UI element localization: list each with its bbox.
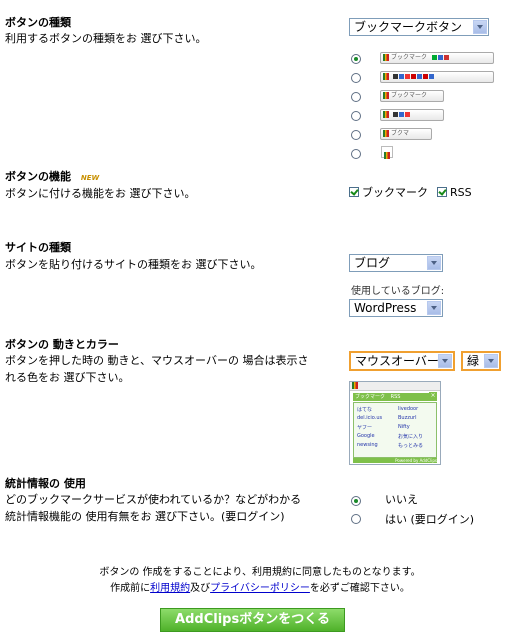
service-icon xyxy=(404,74,410,79)
create-button[interactable]: AddClipsボタンをつくる xyxy=(160,608,345,632)
blog-select[interactable]: WordPress xyxy=(349,299,443,317)
button-type-radio-5[interactable] xyxy=(351,130,361,140)
rss-checkbox-label: RSS xyxy=(450,186,472,199)
service-icon xyxy=(392,112,398,117)
button-type-heading: ボタンの種類 xyxy=(5,16,71,29)
widget-tab-rss: RSS xyxy=(390,394,401,400)
site-type-select-value: ブログ xyxy=(354,256,391,270)
bookmark-checkbox-label: ブックマーク xyxy=(362,186,428,199)
site-type-description: ボタンを貼り付けるサイトの種類をお 選び下さい。 xyxy=(5,258,262,271)
service-icon xyxy=(443,55,449,60)
widget-tab-bookmark: ブックマーク xyxy=(355,394,386,400)
motion-color-heading: ボタンの 動きとカラー xyxy=(5,338,119,351)
button-preview-5: ブクマ xyxy=(380,128,432,140)
chevron-down-icon xyxy=(427,301,441,315)
button-type-description: 利用するボタンの種類をお 選び下さい。 xyxy=(5,32,207,45)
widget-item: del.icio.us xyxy=(357,415,383,421)
widget-item: Google xyxy=(357,433,375,439)
color-select[interactable]: 緑 xyxy=(461,351,501,371)
button-function-heading: ボタンの機能 NEW xyxy=(5,168,99,184)
statistics-no-label: いいえ xyxy=(385,493,418,506)
rss-checkbox[interactable] xyxy=(437,187,447,197)
button-preview-1: ブックマーク xyxy=(380,52,494,64)
service-icon xyxy=(398,74,404,79)
button-preview-4 xyxy=(380,109,444,121)
button-type-select[interactable]: ブックマークボタン xyxy=(349,18,489,36)
addclips-icon xyxy=(352,382,358,389)
button-type-radio-1[interactable] xyxy=(351,54,361,64)
color-select-value: 緑 xyxy=(467,354,480,368)
statistics-heading: 統計情報の 使用 xyxy=(5,477,86,490)
service-icon xyxy=(422,74,428,79)
statistics-description-2: 統計情報機能の 使用有無をお 選び下さい。(要ログイン) xyxy=(5,510,285,523)
motion-color-description-2: れる色をお 選び下さい。 xyxy=(5,371,130,384)
terms-link[interactable]: 利用規約 xyxy=(150,583,190,594)
button-function-heading-text: ボタンの機能 xyxy=(5,170,71,183)
widget-tabs: ブックマーク RSS xyxy=(353,393,437,401)
site-type-select[interactable]: ブログ xyxy=(349,254,443,272)
blog-label: 使用しているブログ: xyxy=(351,286,445,297)
service-icon xyxy=(398,112,404,117)
addclips-icon xyxy=(383,130,389,137)
notice-mid: 及び xyxy=(190,583,211,594)
widget-item: newsing xyxy=(357,442,378,448)
widget-item: ヤフー xyxy=(357,425,373,431)
chevron-down-icon xyxy=(484,354,498,368)
close-icon: × xyxy=(429,392,437,400)
button-function-description: ボタンに付ける機能をお 選び下さい。 xyxy=(5,187,196,200)
button-type-radio-3[interactable] xyxy=(351,92,361,102)
privacy-policy-link[interactable]: プライバシーポリシー xyxy=(210,583,310,594)
service-icon xyxy=(431,55,437,60)
motion-select-value: マウスオーバー xyxy=(355,354,439,368)
chevron-down-icon xyxy=(438,354,452,368)
addclips-icon xyxy=(383,73,389,80)
statistics-description-1: どのブックマークサービスが使われているか？などがわかる xyxy=(5,493,302,506)
motion-select[interactable]: マウスオーバー xyxy=(349,351,455,371)
notice-post: を必ずご確認下さい。 xyxy=(309,583,410,594)
addclips-icon xyxy=(384,151,390,159)
notice-line-2: 作成前に利用規約及びプライバシーポリシーを必ずご確認下さい。 xyxy=(0,579,520,594)
button-type-radio-4[interactable] xyxy=(351,111,361,121)
service-icon xyxy=(404,112,410,117)
service-icon xyxy=(410,74,416,79)
widget-item: Nifty xyxy=(398,424,410,430)
button-type-radio-2[interactable] xyxy=(351,73,361,83)
chevron-down-icon xyxy=(473,20,487,34)
blog-select-value: WordPress xyxy=(354,301,417,315)
bookmark-checkbox[interactable] xyxy=(349,187,359,197)
widget-topbar xyxy=(350,382,440,391)
button-preview-6 xyxy=(381,146,393,159)
widget-item: Buzzurl xyxy=(398,415,417,421)
new-badge: NEW xyxy=(80,174,100,182)
button-preview-5-label: ブクマ xyxy=(391,130,410,137)
service-icon xyxy=(428,74,434,79)
service-icon xyxy=(437,55,443,60)
button-type-radio-6[interactable] xyxy=(351,149,361,159)
widget-item: もっとみる xyxy=(398,443,424,449)
widget-item: livedoor xyxy=(398,406,419,412)
button-preview-3-label: ブックマーク xyxy=(391,92,428,99)
addclips-icon xyxy=(383,54,389,61)
chevron-down-icon xyxy=(427,256,441,270)
motion-color-description-1: ボタンを押した時の 動きと、マウスオーバーの 場合は表示さ xyxy=(5,354,309,367)
button-preview-1-label: ブックマーク xyxy=(391,54,428,61)
statistics-yes-label: はい (要ログイン) xyxy=(385,513,475,526)
button-type-select-value: ブックマークボタン xyxy=(354,20,463,34)
service-icon xyxy=(416,74,422,79)
button-preview-3: ブックマーク xyxy=(380,90,444,102)
notice-line-1: ボタンの 作成をすることにより、利用規約に同意したものとなります。 xyxy=(99,567,421,578)
button-preview-2 xyxy=(380,71,494,83)
service-icon xyxy=(392,74,398,79)
widget-item: お気に入り xyxy=(398,434,424,440)
notice-pre: 作成前に xyxy=(110,583,151,594)
site-type-heading: サイトの種類 xyxy=(5,241,71,254)
widget-footer: Powered by AddClips xyxy=(353,458,437,463)
button-preview-widget: ブックマーク RSS × はてな del.icio.us ヤフー Google … xyxy=(349,381,441,465)
addclips-icon xyxy=(383,111,389,118)
widget-item: はてな xyxy=(357,407,373,413)
statistics-no-radio[interactable] xyxy=(351,496,361,506)
widget-body: はてな del.icio.us ヤフー Google newsing lived… xyxy=(353,402,437,458)
statistics-yes-radio[interactable] xyxy=(351,514,361,524)
addclips-icon xyxy=(383,92,389,99)
